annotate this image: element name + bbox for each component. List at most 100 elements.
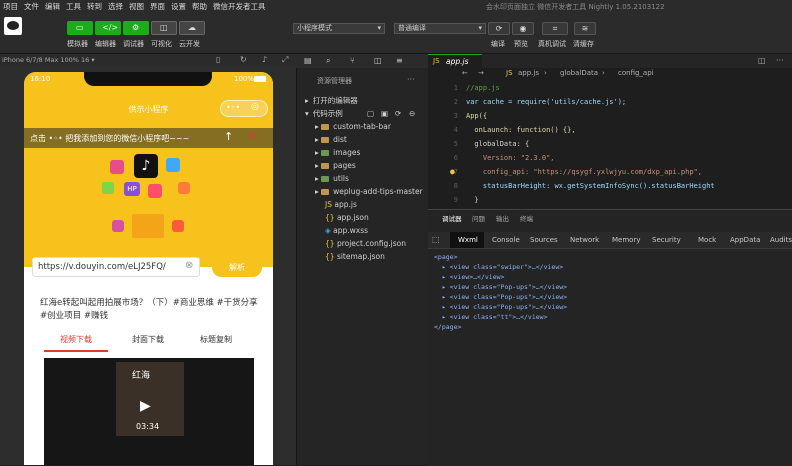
code-line[interactable]: 4 onLaunch: function() {}, [428, 124, 792, 136]
volume-icon[interactable]: ♪ [262, 55, 267, 64]
back-icon[interactable]: ← [462, 69, 468, 77]
devtab-terminal[interactable]: 终端 [520, 213, 533, 223]
devtab-problems[interactable]: 问题 [472, 213, 485, 223]
tab-mock[interactable]: Mock [698, 236, 716, 244]
url-input[interactable]: https://v.douyin.com/eLJ25FQ/ [38, 262, 166, 272]
folder-item[interactable]: ▸ utils [297, 172, 429, 185]
avatar[interactable] [4, 17, 22, 35]
folder-item[interactable]: ▸ images [297, 146, 429, 159]
debug-icon[interactable]: ◫ [374, 56, 382, 65]
menu-settings[interactable]: 设置 [168, 1, 189, 12]
code-line[interactable]: 1 //app.js [428, 82, 792, 94]
tab-title-copy[interactable]: 标题复制 [200, 334, 232, 345]
inspect-icon[interactable]: ⬚ [432, 235, 440, 244]
code-line[interactable]: 3 App({ [428, 110, 792, 122]
code-line[interactable]: 9 } [428, 194, 792, 206]
wxml-node[interactable]: ▸ <view class="tt">…</view> [434, 312, 548, 322]
menu-ui[interactable]: 界面 [147, 1, 168, 12]
code-line[interactable]: 6 Version: "2.3.0", [428, 152, 792, 164]
rotate-icon[interactable]: ↻ [240, 55, 247, 64]
split-editor-icon[interactable]: ◫ [758, 56, 766, 65]
wxml-node[interactable]: ▸ <view class="Pop-ups">…</view> [434, 292, 567, 302]
menu-file[interactable]: 文件 [21, 1, 42, 12]
breadcrumb-property[interactable]: config_api [618, 69, 654, 77]
menu-wechat-devtools[interactable]: 微信开发者工具 [210, 1, 269, 12]
folder-item[interactable]: ▸ weplug-add-tips-master [297, 185, 429, 198]
expand-icon[interactable]: ⤢ [282, 55, 288, 65]
tab-cover-download[interactable]: 封面下载 [132, 334, 164, 345]
project-section[interactable]: ▾ 代码示例 ▢ ▣ ⟳ ⊖ [297, 107, 429, 120]
tab-wxml[interactable]: Wxml [458, 236, 478, 244]
menu-view[interactable]: 视图 [126, 1, 147, 12]
menu-tools[interactable]: 工具 [63, 1, 84, 12]
compile-button[interactable]: ⟳ [488, 22, 510, 35]
clear-input-icon[interactable]: ⊗ [185, 260, 193, 271]
tab-memory[interactable]: Memory [612, 236, 640, 244]
tab-appdata[interactable]: AppData [730, 236, 760, 244]
clear-cache-button[interactable]: ≋ [574, 22, 596, 35]
video-player[interactable]: 红海 ▶ 03:34 [44, 358, 254, 465]
collapse-icon[interactable]: ⊖ [409, 107, 415, 120]
new-file-icon[interactable]: ▢ [367, 107, 374, 120]
phone-icon[interactable]: ▯ [216, 55, 220, 64]
folder-item[interactable]: ▸ dist [297, 133, 429, 146]
more-icon[interactable]: •◦• [226, 103, 240, 112]
close-icon[interactable]: ✕ [248, 130, 257, 143]
capsule-menu[interactable]: •◦• ◎ [220, 100, 268, 117]
devtab-output[interactable]: 输出 [496, 213, 509, 223]
folder-item[interactable]: ▸ custom-tab-bar [297, 120, 429, 133]
wxml-node[interactable]: </page> [434, 322, 461, 332]
parse-button[interactable]: 解析 [212, 258, 262, 277]
code-line[interactable]: 8 statusBarHeight: wx.getSystemInfoSync(… [428, 180, 792, 192]
file-item[interactable]: ◈ app.wxss [297, 224, 429, 237]
wxml-node[interactable]: <page> [434, 252, 457, 262]
tab-app-js[interactable]: JS app.js [428, 54, 482, 68]
wxml-node[interactable]: ▸ <view class="swiper">…</view> [434, 262, 563, 272]
file-item[interactable]: {} project.config.json [297, 237, 429, 250]
capsule-close-icon[interactable]: ◎ [251, 102, 259, 112]
branch-icon[interactable]: ⑂ [350, 56, 355, 65]
file-item[interactable]: {} sitemap.json [297, 250, 429, 263]
add-tip-banner[interactable]: 点击 •◦• 把我添加到您的微信小程序吧~~~ ↑ ✕ [24, 128, 273, 148]
menu-goto[interactable]: 转到 [84, 1, 105, 12]
device-select[interactable]: iPhone 6/7/8 Max 100% 16 ▾ [2, 56, 95, 64]
tab-console[interactable]: Console [492, 236, 520, 244]
remote-debug-button[interactable]: ⌗ [542, 22, 568, 35]
forward-icon[interactable]: → [478, 69, 484, 77]
code-line[interactable]: 7 config_api: "https://qsygf.yxlwjyu.com… [428, 166, 792, 178]
open-editors-section[interactable]: ▸ 打开的编辑器 [297, 94, 429, 107]
new-folder-icon[interactable]: ▣ [381, 107, 388, 120]
tab-audits[interactable]: Audits [770, 236, 792, 244]
folder-item[interactable]: ▸ pages [297, 159, 429, 172]
simulator-button[interactable]: ▭ [67, 21, 93, 35]
menu-edit[interactable]: 编辑 [42, 1, 63, 12]
debugger-button[interactable]: ⚙ [123, 21, 149, 35]
url-input-box[interactable]: https://v.douyin.com/eLJ25FQ/ ⊗ [32, 257, 200, 277]
wxml-node[interactable]: ▸ <view>…</view> [434, 272, 505, 282]
cloud-button[interactable]: ☁ [179, 21, 205, 35]
more-icon[interactable]: ··· [407, 75, 415, 84]
file-item[interactable]: JS app.js [297, 198, 429, 211]
wxml-node[interactable]: ▸ <view class="Pop-ups">…</view> [434, 282, 567, 292]
tab-network[interactable]: Network [570, 236, 599, 244]
arrow-up-icon[interactable]: ↑ [224, 130, 233, 143]
tab-sources[interactable]: Sources [530, 236, 558, 244]
compile-select[interactable]: 普通编译 [394, 23, 486, 34]
preview-button[interactable]: ◉ [512, 22, 534, 35]
play-icon[interactable]: ▶ [140, 398, 151, 414]
tab-security[interactable]: Security [652, 236, 681, 244]
visual-button[interactable]: ◫ [151, 21, 177, 35]
breadcrumb-file[interactable]: app.js [518, 69, 539, 77]
code-line[interactable]: 2 var cache = require('utils/cache.js'); [428, 96, 792, 108]
refresh-icon[interactable]: ⟳ [395, 107, 401, 120]
lightbulb-icon[interactable]: ● [450, 166, 455, 178]
menu-help[interactable]: 帮助 [189, 1, 210, 12]
file-item[interactable]: {} app.json [297, 211, 429, 224]
files-icon[interactable]: ▤ [304, 56, 312, 65]
editor-button[interactable]: </> [95, 21, 121, 35]
menu-project[interactable]: 项目 [0, 1, 21, 12]
devtab-debugger[interactable]: 调试器 [442, 213, 462, 223]
more-icon[interactable]: ··· [776, 56, 784, 65]
menu-select[interactable]: 选择 [105, 1, 126, 12]
mode-select[interactable]: 小程序模式 [293, 23, 385, 34]
